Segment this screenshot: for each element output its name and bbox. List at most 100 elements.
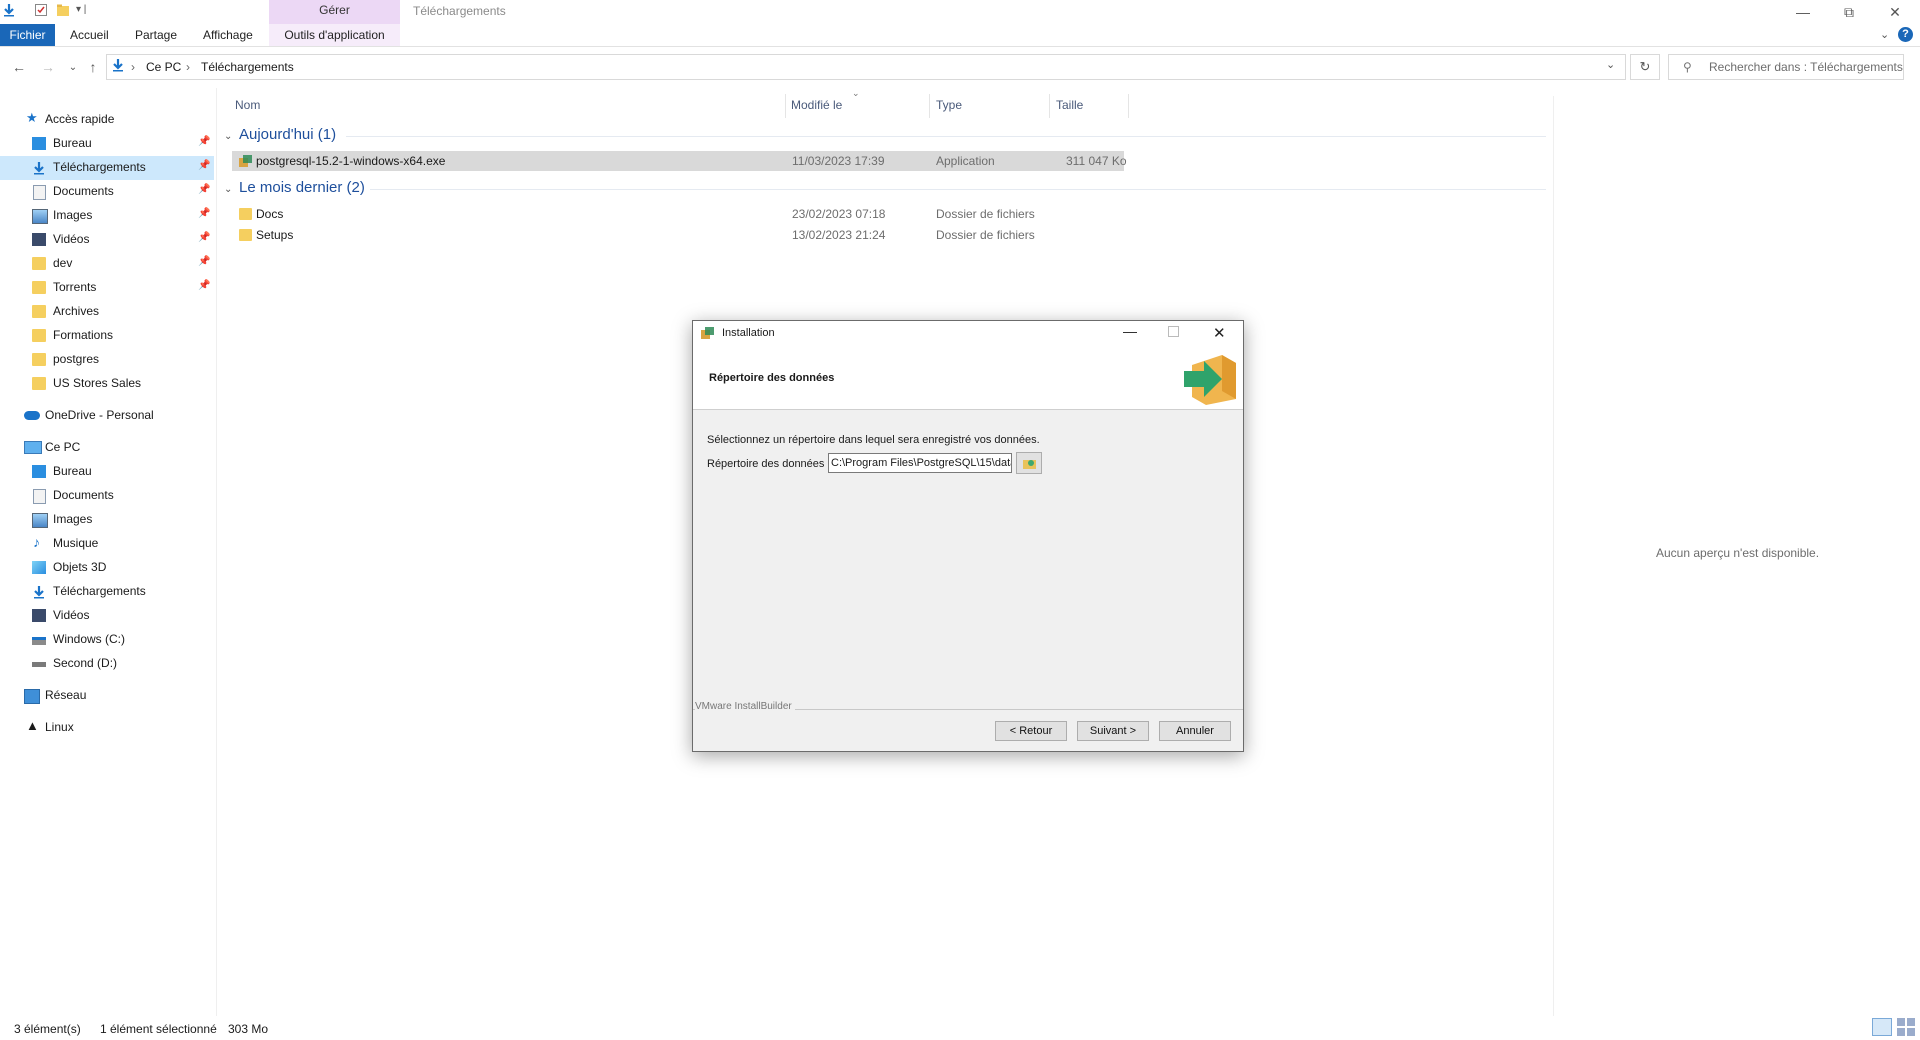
sidebar-label: US Stores Sales — [53, 376, 142, 390]
sidebar-item-pc-videos[interactable]: Vidéos — [0, 604, 214, 628]
sidebar-quick-access[interactable]: ★ Accès rapide — [0, 108, 214, 132]
sidebar-item-archives[interactable]: Archives — [0, 300, 214, 324]
pin-icon[interactable]: 📌 — [198, 136, 210, 147]
back-button[interactable]: < Retour — [995, 721, 1067, 741]
column-header-type[interactable]: Type — [936, 98, 962, 122]
expand-ribbon-icon[interactable]: ⌄ — [1880, 28, 1889, 41]
file-row[interactable]: postgresql-15.2-1-windows-x64.exe 11/03/… — [232, 151, 1127, 171]
cloud-icon — [24, 411, 40, 420]
pin-icon[interactable]: 📌 — [198, 256, 210, 267]
pin-icon[interactable]: 📌 — [198, 280, 210, 291]
cancel-button[interactable]: Annuler — [1159, 721, 1231, 741]
preview-divider[interactable] — [1553, 96, 1554, 1016]
dialog-close-button[interactable]: ✕ — [1213, 324, 1226, 342]
breadcrumb-this-pc[interactable]: Ce PC — [146, 60, 181, 74]
pin-icon[interactable]: 📌 — [198, 160, 210, 171]
penguin-icon: ▲ — [26, 718, 39, 733]
preview-message: Aucun aperçu n'est disponible. — [1656, 546, 1820, 560]
sidebar-item-us-stores-sales[interactable]: US Stores Sales — [0, 372, 214, 396]
sidebar-label: Torrents — [53, 280, 97, 294]
sidebar-label: Objets 3D — [53, 560, 107, 574]
next-button[interactable]: Suivant > — [1077, 721, 1149, 741]
sidebar-item-drive-c[interactable]: Windows (C:) — [0, 628, 214, 652]
group-header-today[interactable]: Aujourd'hui (1) — [239, 126, 336, 143]
sidebar-item-documents[interactable]: Documents 📌 — [0, 180, 214, 204]
sidebar-item-linux[interactable]: ▲ Linux — [0, 716, 214, 740]
collapse-chevron-icon[interactable]: ⌄ — [224, 131, 232, 142]
group-header-last-month[interactable]: Le mois dernier (2) — [239, 179, 365, 196]
properties-icon[interactable] — [34, 3, 48, 17]
column-divider[interactable] — [785, 94, 786, 118]
sidebar-item-drive-d[interactable]: Second (D:) — [0, 652, 214, 676]
tab-accueil[interactable]: Accueil — [70, 24, 109, 46]
file-modified: 13/02/2023 21:24 — [792, 228, 886, 242]
tab-affichage[interactable]: Affichage — [203, 24, 253, 46]
sidebar-item-pc-bureau[interactable]: Bureau — [0, 460, 214, 484]
sidebar-item-bureau[interactable]: Bureau 📌 — [0, 132, 214, 156]
dialog-maximize-button[interactable] — [1168, 326, 1179, 337]
close-button[interactable]: ✕ — [1872, 0, 1918, 24]
sidebar-item-postgres[interactable]: postgres — [0, 348, 214, 372]
collapse-chevron-icon[interactable]: ⌄ — [224, 184, 232, 195]
help-icon[interactable]: ? — [1898, 27, 1913, 42]
tab-fichier[interactable]: Fichier — [0, 24, 55, 46]
address-bar[interactable] — [106, 54, 1626, 80]
sidebar-item-telechargements[interactable]: Téléchargements 📌 — [0, 156, 214, 180]
videos-icon — [32, 609, 46, 622]
up-arrow-icon[interactable]: ↑ — [82, 56, 104, 78]
sidebar-item-videos[interactable]: Vidéos 📌 — [0, 228, 214, 252]
search-placeholder: Rechercher dans : Téléchargements — [1709, 60, 1903, 74]
new-folder-icon[interactable] — [56, 3, 70, 17]
folder-icon — [32, 305, 46, 318]
sidebar-item-pc-objets-3d[interactable]: Objets 3D — [0, 556, 214, 580]
folder-icon — [32, 281, 46, 294]
dialog-minimize-button[interactable]: — — [1123, 323, 1137, 339]
sidebar-item-torrents[interactable]: Torrents 📌 — [0, 276, 214, 300]
details-view-icon[interactable] — [1872, 1018, 1892, 1036]
column-divider[interactable] — [929, 94, 930, 118]
breadcrumb-downloads[interactable]: Téléchargements — [201, 60, 294, 74]
tab-outils-application[interactable]: Outils d'application — [269, 24, 400, 46]
desktop-icon — [32, 137, 46, 150]
sidebar-item-pc-documents[interactable]: Documents — [0, 484, 214, 508]
data-directory-input[interactable]: C:\Program Files\PostgreSQL\15\data — [828, 453, 1012, 473]
sidebar-item-this-pc[interactable]: Ce PC — [0, 436, 214, 460]
forward-arrow-icon[interactable]: → — [37, 56, 59, 78]
file-row[interactable]: Docs 23/02/2023 07:18 Dossier de fichier… — [232, 204, 1124, 224]
minimize-button[interactable]: — — [1780, 0, 1826, 24]
customize-toolbar-icon[interactable]: ▾ | — [76, 4, 86, 15]
browse-folder-button[interactable] — [1016, 452, 1042, 474]
file-modified: 11/03/2023 17:39 — [792, 154, 885, 168]
column-header-size[interactable]: Taille — [1056, 98, 1083, 122]
tab-partage[interactable]: Partage — [135, 24, 177, 46]
back-arrow-icon[interactable]: ← — [8, 56, 30, 78]
sidebar-item-onedrive[interactable]: OneDrive - Personal — [0, 404, 214, 428]
sidebar-item-pc-images[interactable]: Images — [0, 508, 214, 532]
sort-chevron-icon: ⌄ — [852, 88, 860, 98]
refresh-icon[interactable]: ↻ — [1630, 54, 1660, 80]
column-header-name[interactable]: Nom — [235, 98, 260, 122]
address-dropdown-icon[interactable]: ⌄ — [1606, 58, 1615, 71]
sidebar-item-dev[interactable]: dev 📌 — [0, 252, 214, 276]
music-note-icon: ♪ — [33, 534, 40, 550]
sidebar-item-formations[interactable]: Formations — [0, 324, 214, 348]
sidebar-item-pc-telechargements[interactable]: Téléchargements — [0, 580, 214, 604]
restore-button[interactable]: ⧉ — [1826, 0, 1872, 24]
column-divider[interactable] — [1049, 94, 1050, 118]
recent-locations-icon[interactable]: ⌄ — [62, 56, 84, 78]
large-icons-view-icon[interactable] — [1897, 1018, 1915, 1036]
status-selection-size: 303 Mo — [228, 1022, 269, 1036]
column-divider[interactable] — [1128, 94, 1129, 118]
file-row[interactable]: Setups 13/02/2023 21:24 Dossier de fichi… — [232, 225, 1124, 245]
search-box[interactable]: ⚲ Rechercher dans : Téléchargements — [1668, 54, 1904, 80]
column-header-modified[interactable]: Modifié le — [791, 98, 842, 122]
folder-icon — [32, 329, 46, 342]
sidebar-item-pc-musique[interactable]: ♪ Musique — [0, 532, 214, 556]
sidebar-label: Windows (C:) — [53, 632, 126, 646]
pin-icon[interactable]: 📌 — [198, 184, 210, 195]
sidebar-item-network[interactable]: Réseau — [0, 684, 214, 708]
sidebar-item-images[interactable]: Images 📌 — [0, 204, 214, 228]
pin-icon[interactable]: 📌 — [198, 232, 210, 243]
sidebar-label: Bureau — [53, 136, 92, 150]
pin-icon[interactable]: 📌 — [198, 208, 210, 219]
